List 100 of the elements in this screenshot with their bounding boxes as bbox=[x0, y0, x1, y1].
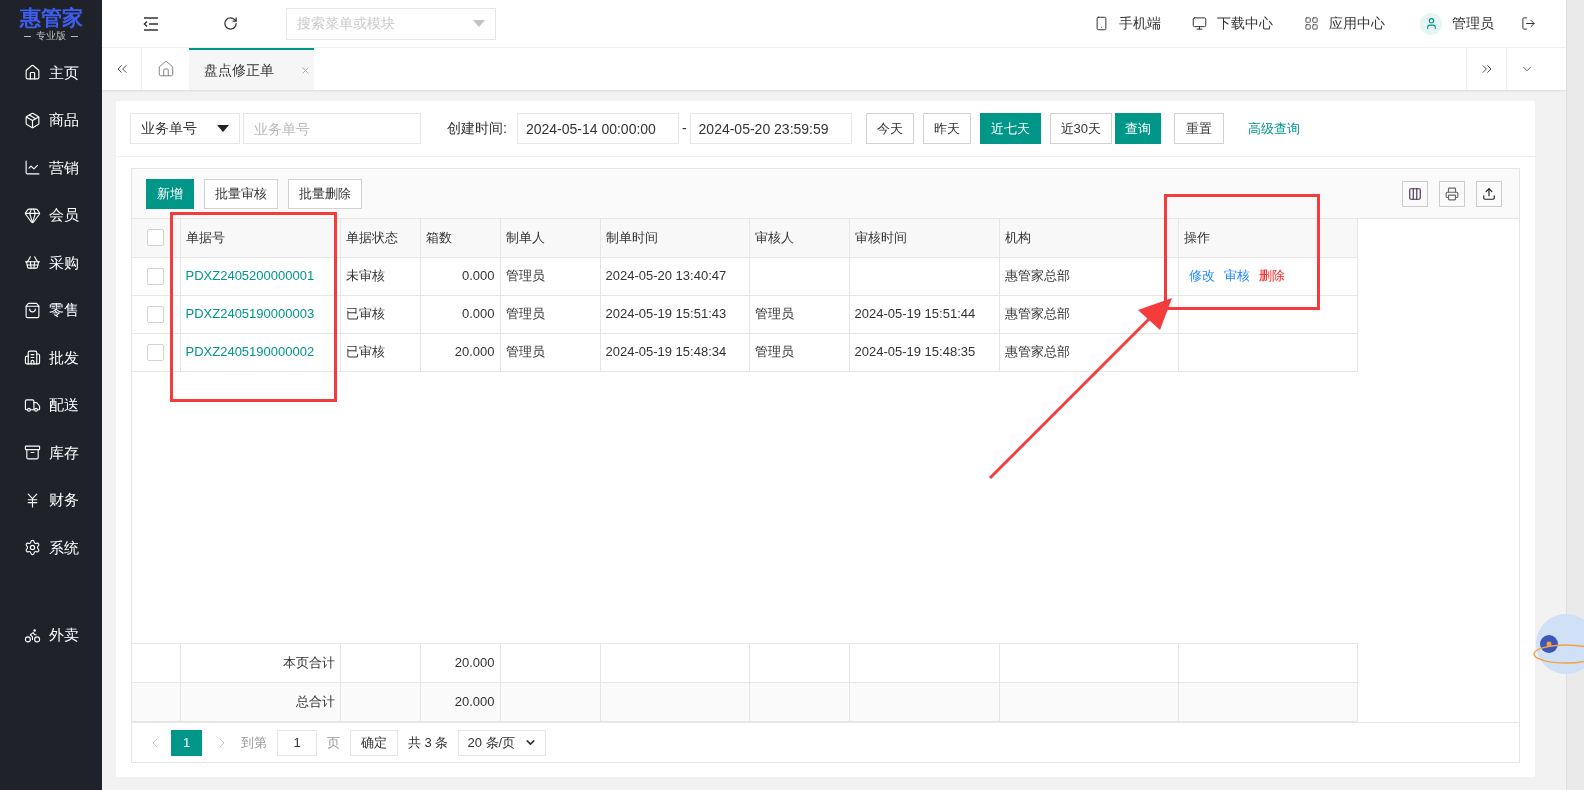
table-cell: 管理员 bbox=[505, 306, 545, 322]
query-button[interactable]: 查询 bbox=[1115, 113, 1162, 144]
action-link[interactable]: 修改 bbox=[1188, 268, 1215, 284]
toolbar-button[interactable]: 批量审核 bbox=[204, 178, 278, 209]
goto-label: 到第 bbox=[241, 733, 267, 752]
sidebar-icon bbox=[24, 159, 41, 177]
table-cell: 管理员 bbox=[505, 268, 545, 284]
select-all-checkbox[interactable] bbox=[147, 229, 165, 247]
home-icon bbox=[156, 60, 175, 78]
sidebar-icon bbox=[24, 64, 41, 82]
column-header: 制单人 bbox=[500, 219, 600, 257]
sidebar-item[interactable]: 营销 bbox=[0, 144, 102, 192]
table-cell: 惠管家总部 bbox=[1004, 344, 1070, 360]
table-cell: 未审核 bbox=[345, 268, 385, 284]
page-number-field[interactable]: 1 bbox=[277, 729, 317, 756]
grid-icon bbox=[1304, 16, 1319, 31]
table-cell: 管理员 bbox=[754, 344, 794, 360]
delete-link[interactable]: 删除 bbox=[1258, 268, 1285, 284]
sidebar-item[interactable]: 系统 bbox=[0, 524, 102, 572]
sidebar-item[interactable]: 采购 bbox=[0, 239, 102, 287]
toolbar-button[interactable]: 新增 bbox=[146, 178, 194, 209]
columns-icon[interactable] bbox=[1402, 180, 1428, 207]
advanced-query-link[interactable]: 高级查询 bbox=[1248, 118, 1301, 139]
row-checkbox[interactable] bbox=[147, 305, 165, 323]
user-avatar-icon[interactable] bbox=[1420, 12, 1442, 35]
page-unit-label: 页 bbox=[327, 733, 340, 752]
scrollbar[interactable] bbox=[1566, 0, 1584, 790]
table-cell: 2024-05-19 15:48:34 bbox=[605, 344, 727, 360]
dropdown-caret-icon bbox=[217, 125, 229, 132]
sidebar-item[interactable]: 配送 bbox=[0, 381, 102, 429]
sidebar-item[interactable]: 批发 bbox=[0, 334, 102, 382]
date-range-button[interactable]: 近七天 bbox=[979, 113, 1041, 144]
header-link[interactable]: 下载中心 bbox=[1192, 13, 1273, 34]
sidebar-item[interactable]: 零售 bbox=[0, 286, 102, 334]
sidebar-icon bbox=[24, 396, 41, 414]
print-icon[interactable] bbox=[1439, 180, 1465, 207]
created-time-label: 创建时间: bbox=[447, 119, 507, 138]
sidebar-icon bbox=[24, 254, 41, 272]
dropdown-caret-icon bbox=[473, 20, 485, 27]
column-header: 操作 bbox=[1178, 219, 1357, 257]
table-cell: 管理员 bbox=[754, 306, 794, 322]
logout-icon[interactable] bbox=[1521, 16, 1536, 31]
table-cell: 20.000 bbox=[454, 344, 495, 360]
table-cell: 管理员 bbox=[505, 344, 545, 360]
column-header: 箱数 bbox=[420, 219, 500, 257]
date-range-button[interactable]: 近30天 bbox=[1049, 113, 1113, 144]
toolbar-button[interactable]: 批量删除 bbox=[288, 178, 362, 209]
start-date-field[interactable]: 2024-05-14 00:00:00 bbox=[516, 113, 679, 144]
summary-label: 本页合计 bbox=[282, 655, 335, 671]
export-icon[interactable] bbox=[1476, 180, 1502, 207]
table-cell: 惠管家总部 bbox=[1004, 306, 1070, 322]
column-header: 单据号 bbox=[180, 219, 340, 257]
total-count: 共 3 条 bbox=[408, 733, 449, 752]
sidebar-item[interactable]: 库存 bbox=[0, 429, 102, 477]
table-cell: 已审核 bbox=[345, 344, 385, 360]
sidebar-icon bbox=[24, 539, 41, 557]
sidebar-item[interactable]: 会员 bbox=[0, 191, 102, 239]
summary-label: 总合计 bbox=[295, 694, 335, 710]
monitor-icon bbox=[1192, 16, 1207, 31]
column-header: 审核时间 bbox=[849, 219, 999, 257]
sidebar-item[interactable]: 主页 bbox=[0, 49, 102, 97]
sidebar-item[interactable]: 外卖 bbox=[0, 611, 102, 659]
header-link[interactable]: 手机端 bbox=[1094, 13, 1161, 34]
sidebar-icon bbox=[24, 444, 41, 462]
row-checkbox[interactable] bbox=[147, 267, 165, 285]
table-cell: 已审核 bbox=[345, 306, 385, 322]
confirm-button[interactable]: 确定 bbox=[350, 729, 398, 756]
end-date-field[interactable]: 2024-05-20 23:59:59 bbox=[689, 113, 852, 144]
order-number-field[interactable]: 业务单号 bbox=[243, 113, 421, 144]
table-cell: 0.000 bbox=[461, 268, 495, 284]
reset-button[interactable]: 重置 bbox=[1174, 113, 1225, 144]
table-cell: 惠管家总部 bbox=[1004, 268, 1070, 284]
page-size-select[interactable]: 20 条/页 bbox=[458, 729, 547, 756]
column-header: 单据状态 bbox=[340, 219, 420, 257]
action-link[interactable]: 审核 bbox=[1223, 268, 1250, 284]
summary-value: 20.000 bbox=[454, 655, 495, 671]
date-range-button[interactable]: 今天 bbox=[865, 113, 914, 144]
date-range-button[interactable]: 昨天 bbox=[922, 113, 971, 144]
table-cell: 2024-05-19 15:51:44 bbox=[854, 306, 976, 322]
page-tab[interactable]: 盘点修正单 bbox=[189, 48, 314, 90]
sidebar-icon bbox=[24, 301, 41, 319]
column-header: 审核人 bbox=[749, 219, 849, 257]
phone-icon bbox=[1094, 16, 1109, 31]
sidebar-icon bbox=[24, 206, 41, 224]
sidebar-icon bbox=[24, 349, 41, 367]
table-cell: 2024-05-19 15:48:35 bbox=[854, 344, 976, 360]
sidebar-item[interactable]: 财务 bbox=[0, 476, 102, 524]
field-type-select[interactable]: 业务单号 bbox=[130, 113, 240, 144]
page-button[interactable]: 1 bbox=[171, 729, 202, 756]
table-cell: 0.000 bbox=[461, 306, 495, 322]
logo-title: 惠管家 bbox=[19, 6, 83, 30]
header-link[interactable]: 应用中心 bbox=[1304, 13, 1385, 34]
refresh-icon[interactable] bbox=[223, 16, 238, 31]
close-icon[interactable] bbox=[300, 64, 311, 76]
user-name[interactable]: 管理员 bbox=[1452, 13, 1494, 34]
sidebar-item[interactable]: 商品 bbox=[0, 96, 102, 144]
menu-fold-icon[interactable] bbox=[143, 16, 159, 31]
row-checkbox[interactable] bbox=[147, 343, 165, 361]
summary-value: 20.000 bbox=[454, 694, 495, 710]
sidebar-icon bbox=[24, 626, 41, 644]
